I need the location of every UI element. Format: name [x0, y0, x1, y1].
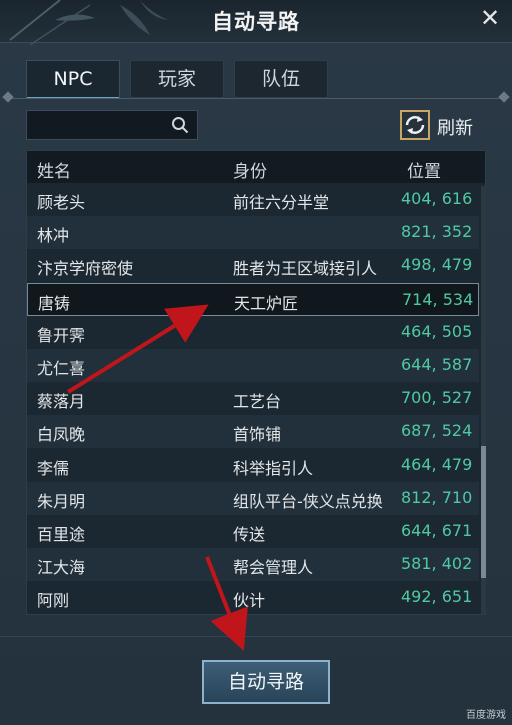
watermark: 百度游戏 — [466, 710, 506, 721]
annotation-arrow-to-button — [205, 556, 248, 651]
annotation-arrows — [66, 304, 248, 651]
auto-pathfinding-window: 自动寻路 ✕ NPC 玩家 队伍 刷新 姓名 身份 位置 顾老头 前往六分半堂 40… — [0, 0, 512, 725]
annotation-arrow-to-row — [66, 304, 209, 394]
